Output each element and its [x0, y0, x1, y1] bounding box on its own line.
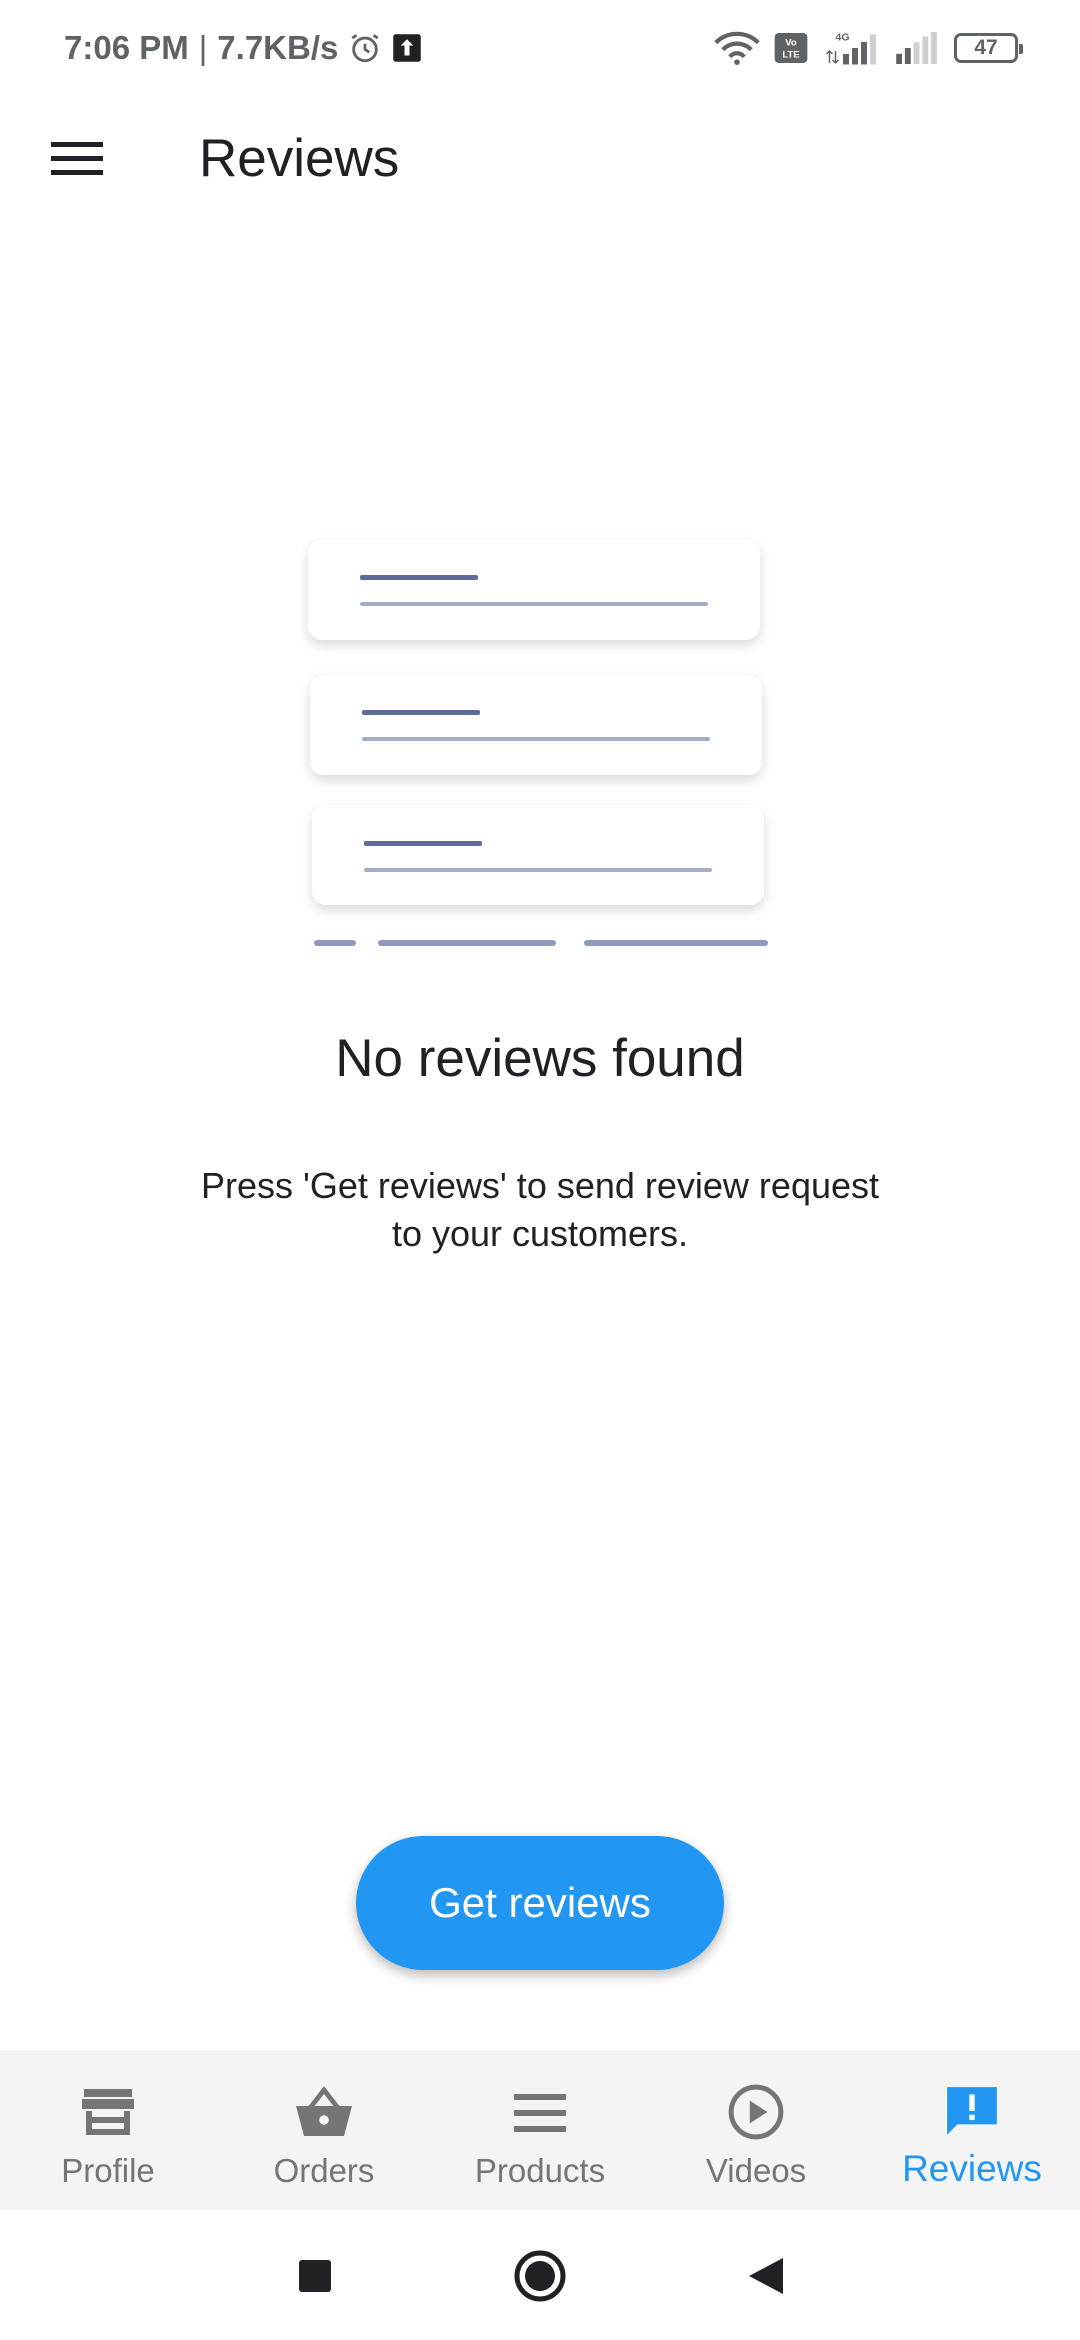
signal-4g-icon: 4G — [822, 30, 882, 66]
battery-icon: 47 — [954, 33, 1023, 63]
svg-text:LTE: LTE — [782, 50, 799, 61]
illustration-footer-lines — [314, 940, 768, 946]
nav-label-reviews: Reviews — [902, 2148, 1042, 2189]
get-reviews-label: Get reviews — [429, 1879, 651, 1926]
nav-label-videos: Videos — [705, 2152, 807, 2189]
status-time: 7:06 PM — [64, 29, 189, 66]
hamburger-menu-icon[interactable] — [44, 126, 110, 192]
feedback-icon — [940, 2080, 1004, 2144]
play-circle-icon — [724, 2080, 788, 2144]
status-right: Vo LTE 4G 47 — [714, 30, 1023, 66]
volte-icon: Vo LTE — [774, 33, 808, 63]
alarm-icon — [348, 31, 382, 65]
nav-item-products[interactable]: Products — [432, 2050, 648, 2210]
svg-text:Vo: Vo — [785, 37, 797, 48]
status-separator: | — [198, 29, 208, 66]
upload-notification-icon — [392, 33, 422, 63]
nav-label-products: Products — [474, 2152, 606, 2189]
status-net-speed: 7.7KB/s — [217, 29, 339, 66]
home-circle-icon[interactable] — [512, 2248, 568, 2304]
signal-icon — [896, 32, 940, 64]
illustration-card — [310, 675, 762, 775]
nav-item-orders[interactable]: Orders — [216, 2050, 432, 2210]
nav-item-profile[interactable]: Profile — [0, 2050, 216, 2210]
illustration-card — [308, 540, 760, 640]
empty-state-message: Press 'Get reviews' to send review reque… — [200, 1165, 880, 1254]
nav-item-reviews[interactable]: Reviews — [864, 2050, 1080, 2210]
app-screen: 7:06 PM | 7.7KB/s Vo LTE 4G 47 Reviews N… — [0, 0, 1080, 2340]
recents-square-icon[interactable] — [287, 2248, 343, 2304]
wifi-icon — [714, 30, 760, 66]
page-title: Reviews — [199, 129, 400, 188]
status-bar: 7:06 PM | 7.7KB/s Vo LTE 4G 47 — [0, 0, 1080, 96]
app-bar: Reviews — [0, 96, 1080, 224]
svg-text:4G: 4G — [836, 32, 850, 44]
nav-label-orders: Orders — [273, 2152, 375, 2189]
nav-label-profile: Profile — [61, 2152, 155, 2189]
status-left: 7:06 PM | 7.7KB/s — [64, 29, 422, 67]
get-reviews-button[interactable]: Get reviews — [356, 1836, 724, 1970]
basket-icon — [292, 2080, 356, 2144]
system-navigation-bar — [0, 2210, 1080, 2340]
bottom-navigation: Profile Orders Products Videos Reviews — [0, 2050, 1080, 2210]
back-triangle-icon[interactable] — [738, 2248, 794, 2304]
battery-level: 47 — [974, 36, 998, 59]
nav-item-videos[interactable]: Videos — [648, 2050, 864, 2210]
storefront-icon — [76, 2080, 140, 2144]
empty-state-title: No reviews found — [335, 1029, 745, 1088]
list-icon — [508, 2080, 572, 2144]
illustration-card — [312, 805, 764, 905]
review-cards-illustration — [300, 530, 780, 960]
